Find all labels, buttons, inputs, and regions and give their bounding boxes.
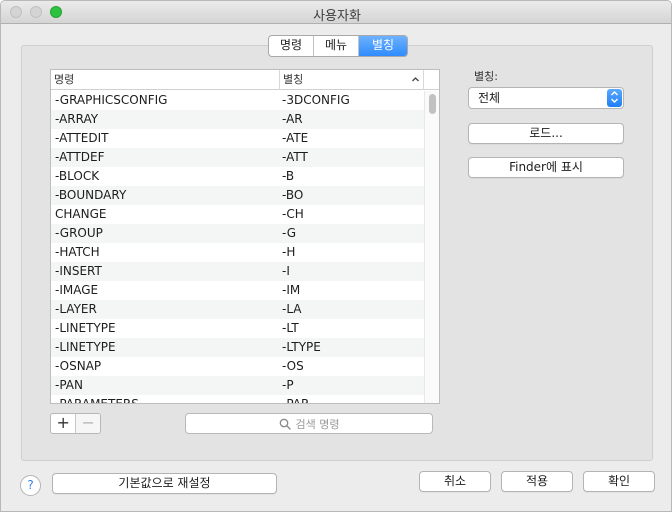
alias-table: 명령 별칭 -GRAPHICSCONFIG -3DCONFIG -ARRAY -AR -…	[50, 69, 440, 404]
table-row[interactable]: -PAN -P	[51, 376, 424, 395]
search-placeholder: 검색 명령	[295, 417, 340, 431]
search-field[interactable]: 검색 명령	[185, 413, 433, 434]
alias-cell: -3DCONFIG	[282, 93, 350, 107]
alias-filter-popup[interactable]: 전체	[468, 87, 624, 109]
command-cell: -INSERT	[55, 264, 102, 278]
alias-cell: -H	[282, 245, 296, 259]
window-title: 사용자화	[313, 9, 361, 24]
table-row[interactable]: -LINETYPE -LT	[51, 319, 424, 338]
alias-cell: -B	[282, 169, 295, 183]
table-row[interactable]: -ARRAY -AR	[51, 110, 424, 129]
alias-cell: -IM	[282, 283, 301, 297]
command-cell: -BLOCK	[55, 169, 100, 183]
add-alias-button[interactable]: +	[51, 414, 75, 433]
command-cell: -LAYER	[55, 302, 97, 316]
table-row[interactable]: -LINETYPE -LTYPE	[51, 338, 424, 357]
alias-cell: -PAR	[282, 397, 310, 404]
tab-aliases[interactable]: 별칭	[359, 36, 407, 56]
customize-window: 사용자화 명령 메뉴 별칭 명령 별칭 -GRAPHICSCONFIG -3DCO…	[0, 0, 672, 512]
apply-button[interactable]: 적용	[501, 471, 573, 492]
alias-cell: -OS	[282, 359, 304, 373]
table-header: 명령 별칭	[51, 70, 439, 90]
table-scrollbar[interactable]	[424, 91, 439, 403]
alias-filter-value: 전체	[478, 91, 501, 105]
show-in-finder-button[interactable]: Finder에 표시	[468, 157, 624, 178]
column-header-spacer	[423, 70, 439, 90]
add-remove-control: + −	[50, 413, 101, 434]
table-row[interactable]: -GRAPHICSCONFIG -3DCONFIG	[51, 91, 424, 110]
remove-alias-button[interactable]: −	[75, 414, 100, 433]
load-button[interactable]: 로드...	[468, 123, 624, 144]
alias-cell: -P	[282, 378, 294, 392]
alias-filter-label: 별칭:	[474, 70, 498, 83]
alias-cell: -G	[282, 226, 297, 240]
command-cell: -ATTEDIT	[55, 131, 109, 145]
table-row[interactable]: -BLOCK -B	[51, 167, 424, 186]
alias-cell: -LT	[282, 321, 299, 335]
command-cell: -PARAMETERS	[55, 397, 139, 404]
table-row[interactable]: -ATTEDIT -ATE	[51, 129, 424, 148]
command-cell: -GROUP	[55, 226, 103, 240]
tab-menus[interactable]: 메뉴	[314, 36, 359, 56]
sort-ascending-icon	[412, 77, 419, 82]
search-icon	[279, 418, 291, 430]
table-row[interactable]: -INSERT -I	[51, 262, 424, 281]
alias-cell: -ATE	[282, 131, 309, 145]
table-row[interactable]: -PARAMETERS -PAR	[51, 395, 424, 404]
alias-cell: -AR	[282, 112, 303, 126]
command-cell: -BOUNDARY	[55, 188, 127, 202]
scrollbar-thumb[interactable]	[429, 94, 436, 114]
table-rows: -GRAPHICSCONFIG -3DCONFIG -ARRAY -AR -ATTEDI…	[51, 91, 424, 404]
table-row[interactable]: -IMAGE -IM	[51, 281, 424, 300]
table-row[interactable]: -OSNAP -OS	[51, 357, 424, 376]
command-cell: -HATCH	[55, 245, 100, 259]
table-row[interactable]: CHANGE -CH	[51, 205, 424, 224]
table-row[interactable]: -HATCH -H	[51, 243, 424, 262]
table-row[interactable]: -ATTDEF -ATT	[51, 148, 424, 167]
command-cell: CHANGE	[55, 207, 107, 221]
command-cell: -IMAGE	[55, 283, 99, 297]
reset-defaults-button[interactable]: 기본값으로 재설정	[52, 473, 277, 494]
table-row[interactable]: -LAYER -LA	[51, 300, 424, 319]
command-cell: -LINETYPE	[55, 340, 116, 354]
alias-cell: -LTYPE	[282, 340, 321, 354]
title-bar: 사용자화	[1, 1, 671, 24]
alias-cell: -BO	[282, 188, 304, 202]
alias-cell: -I	[282, 264, 290, 278]
table-row[interactable]: -BOUNDARY -BO	[51, 186, 424, 205]
alias-cell: -CH	[282, 207, 304, 221]
help-button[interactable]: ?	[20, 475, 41, 496]
ok-button[interactable]: 확인	[583, 471, 655, 492]
search-placeholder-wrap: 검색 명령	[186, 414, 432, 433]
command-cell: -GRAPHICSCONFIG	[55, 93, 168, 107]
command-cell: -OSNAP	[55, 359, 102, 373]
table-row[interactable]: -GROUP -G	[51, 224, 424, 243]
tab-commands[interactable]: 명령	[269, 36, 314, 56]
updown-arrows-icon	[607, 89, 622, 107]
command-cell: -PAN	[55, 378, 83, 392]
command-cell: -ATTDEF	[55, 150, 105, 164]
alias-cell: -LA	[282, 302, 302, 316]
chevron-updown-icon	[611, 91, 618, 103]
column-header-command[interactable]: 명령	[54, 70, 280, 90]
tab-bar: 명령 메뉴 별칭	[268, 35, 408, 57]
command-cell: -ARRAY	[55, 112, 99, 126]
command-cell: -LINETYPE	[55, 321, 116, 335]
column-header-alias[interactable]: 별칭	[279, 70, 424, 90]
alias-cell: -ATT	[282, 150, 308, 164]
cancel-button[interactable]: 취소	[419, 471, 491, 492]
